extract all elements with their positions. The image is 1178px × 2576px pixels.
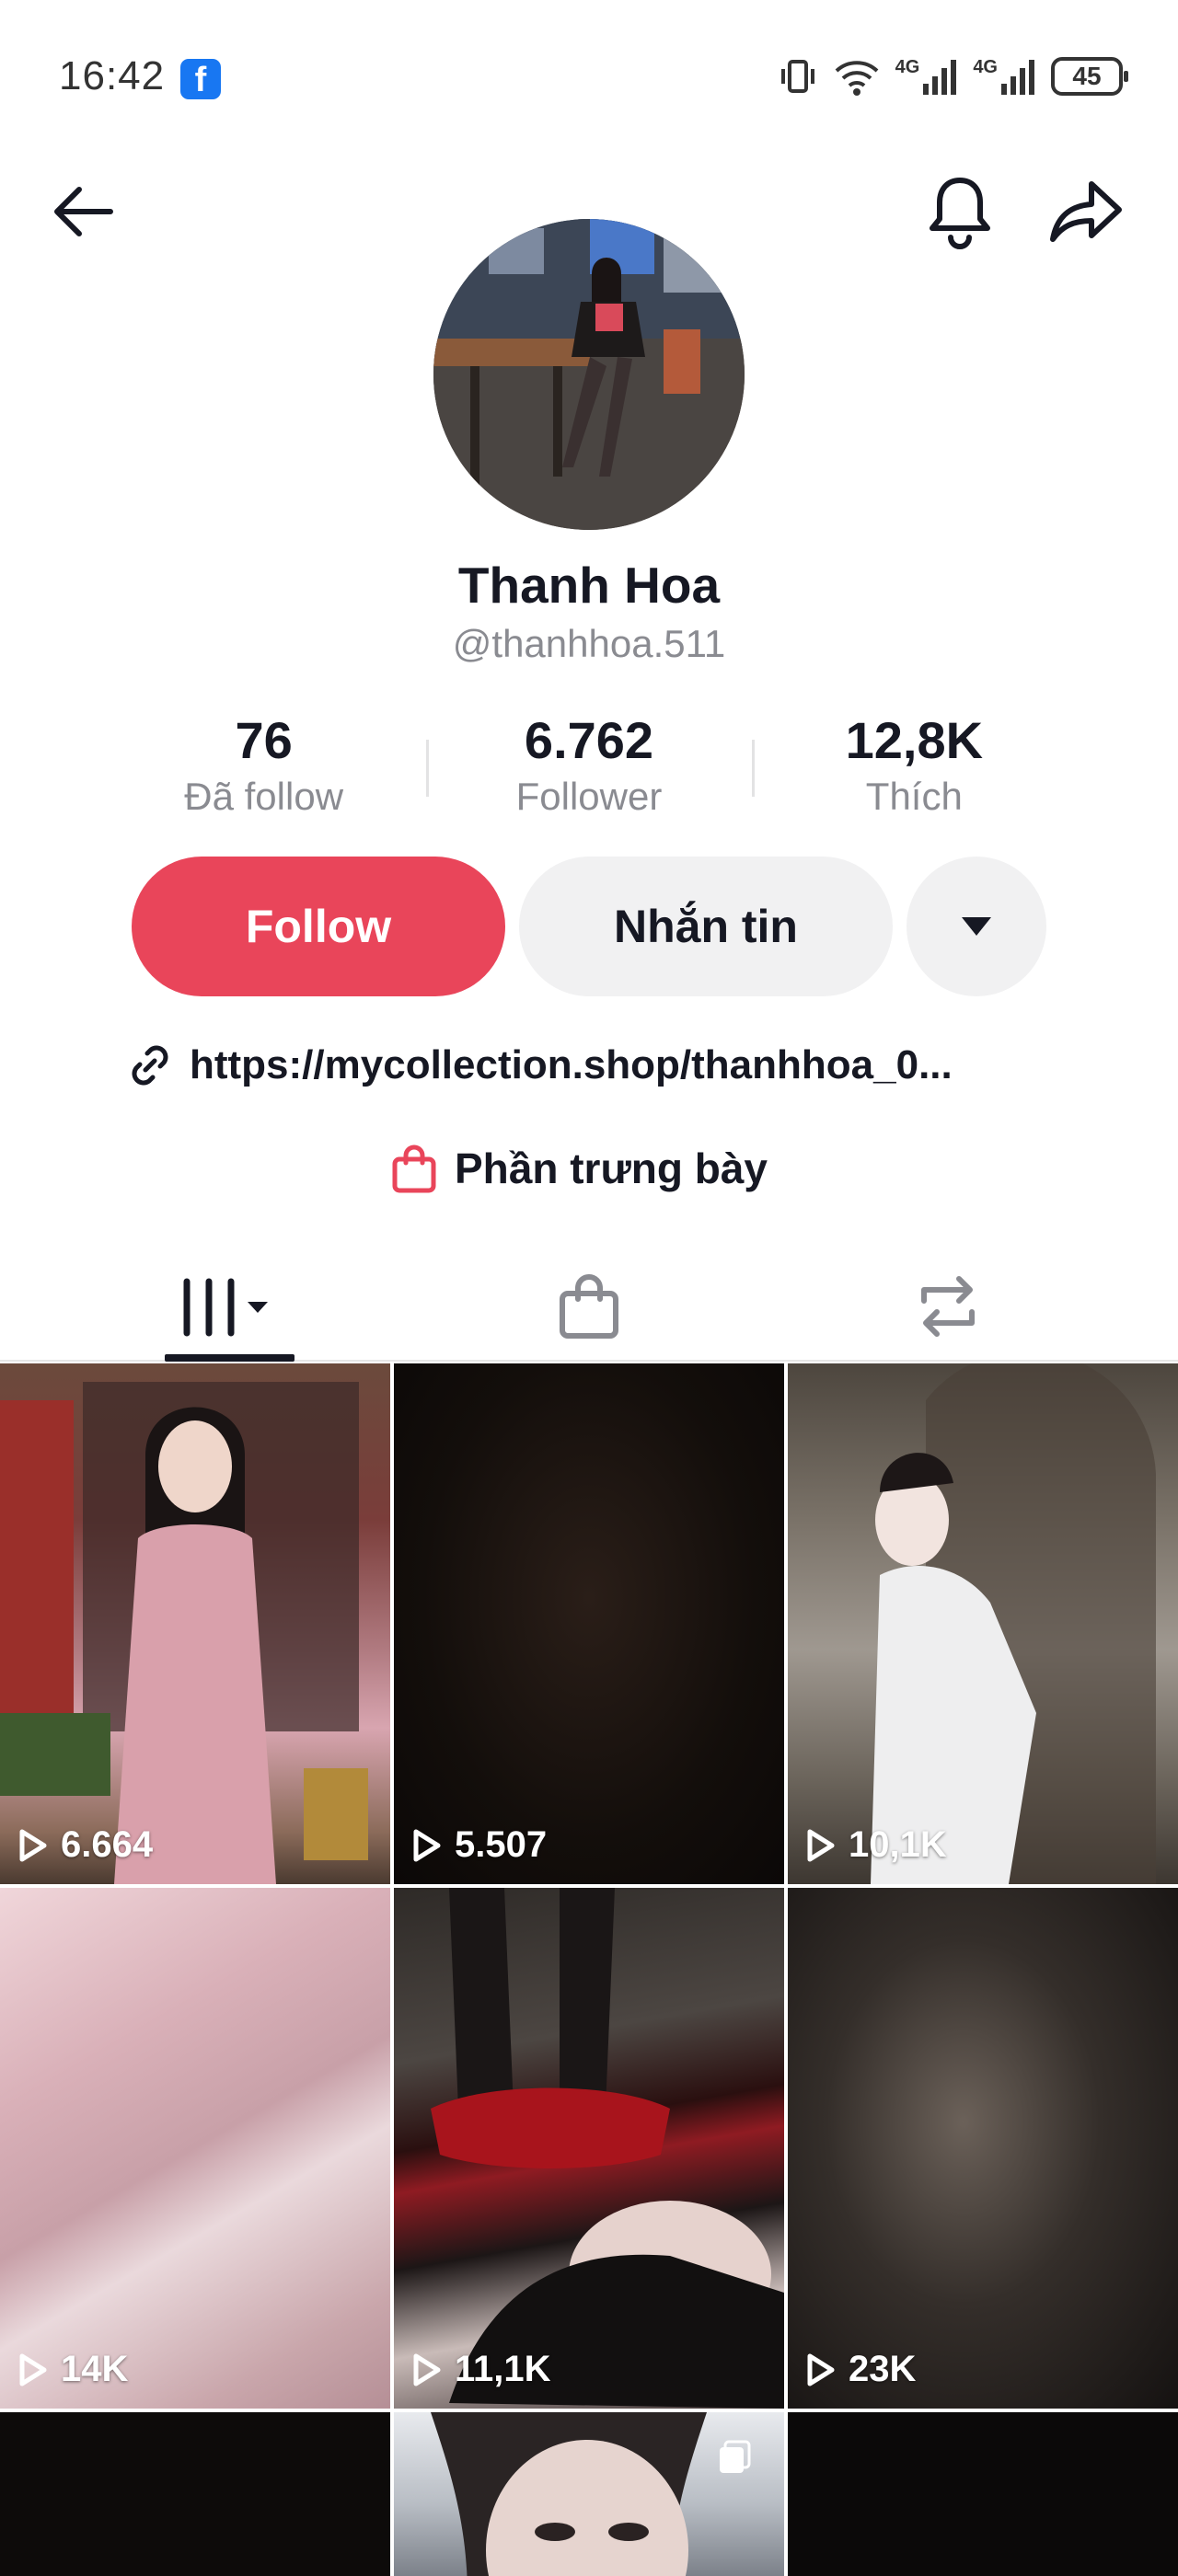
video-thumbnail[interactable]: 14K <box>0 1888 390 2409</box>
battery-indicator: 45 <box>1051 57 1128 96</box>
signal-icon <box>923 60 957 95</box>
play-icon <box>413 2353 441 2386</box>
following-label: Đã follow <box>184 775 344 818</box>
wifi-icon <box>835 61 878 96</box>
video-thumbnail[interactable]: 5.507 <box>394 1363 784 1884</box>
arrow-left-icon <box>54 187 113 236</box>
likes-stat[interactable]: 12,8K Thích <box>751 708 1077 828</box>
vibrate-icon <box>780 60 814 93</box>
video-thumbnail-image <box>871 1363 1156 1884</box>
following-count: 76 <box>235 711 293 769</box>
video-thumbnail[interactable]: 10,1K <box>788 1363 1178 1884</box>
share-button[interactable] <box>1040 166 1132 258</box>
view-count: 23K <box>806 2349 916 2390</box>
tab-videos[interactable] <box>166 1251 294 1362</box>
video-thumbnail[interactable] <box>394 2412 784 2576</box>
shopping-bag-icon <box>392 1144 436 1193</box>
video-thumbnail[interactable]: 11,1K <box>394 1888 784 2409</box>
video-thumbnail[interactable] <box>0 2412 390 2576</box>
tab-shop[interactable] <box>525 1251 653 1362</box>
follow-button[interactable]: Follow <box>132 857 505 996</box>
view-count: 6.664 <box>18 1824 153 1866</box>
video-thumbnail[interactable]: 6.664 <box>0 1363 390 1884</box>
video-thumbnail-image <box>0 1382 368 1884</box>
bio-link-text: https://mycollection.shop/thanhhoa_0... <box>190 1042 953 1087</box>
signal-icon-2 <box>1001 60 1034 95</box>
video-grid: 6.664 5.507 10,1K 14K 11,1K 23K <box>0 1363 1178 2576</box>
play-icon <box>19 2353 47 2386</box>
video-thumbnail-image <box>431 1888 784 2409</box>
network-type-2: 4G <box>973 56 998 77</box>
status-time: 16:42 <box>59 53 166 98</box>
followers-label: Follower <box>515 775 663 818</box>
profile-name: Thanh Hoa <box>457 557 721 614</box>
bio-link[interactable]: https://mycollection.shop/thanhhoa_0... <box>125 1030 1055 1100</box>
pin-icon <box>720 2440 751 2473</box>
status-icons: 4G 4G 45 <box>778 53 1128 99</box>
profile-stats: 76 Đã follow 6.762 Follower 12,8K Thích <box>101 708 1077 828</box>
view-count-text: 11,1K <box>455 2349 551 2389</box>
play-icon <box>19 1829 47 1861</box>
video-thumbnail[interactable]: 23K <box>788 1888 1178 2409</box>
likes-count: 12,8K <box>845 711 984 769</box>
notification-bell-button[interactable] <box>914 166 1006 258</box>
caret-down-icon <box>962 917 991 936</box>
avatar[interactable] <box>433 219 745 530</box>
active-tab-indicator <box>165 1354 294 1362</box>
view-count-text: 23K <box>849 2349 917 2389</box>
repost-icon <box>921 1276 975 1337</box>
likes-label: Thích <box>865 775 963 818</box>
view-count: 10,1K <box>806 1824 947 1866</box>
followers-count: 6.762 <box>524 711 654 769</box>
grid-videos-icon <box>183 1278 268 1337</box>
showcase-link[interactable]: Phần trưng bày <box>390 1133 768 1203</box>
share-arrow-icon <box>1050 181 1122 242</box>
view-count-text: 10,1K <box>849 1824 947 1865</box>
play-icon <box>807 1829 835 1861</box>
video-thumbnail-image <box>431 2412 707 2576</box>
network-type-1: 4G <box>895 56 920 77</box>
view-count: 14K <box>18 2349 128 2390</box>
back-button[interactable] <box>37 166 129 258</box>
following-stat[interactable]: 76 Đã follow <box>101 708 426 828</box>
view-count-text: 14K <box>61 2349 129 2389</box>
showcase-text: Phần trưng bày <box>455 1144 768 1192</box>
followers-stat[interactable]: 6.762 Follower <box>426 708 751 828</box>
profile-handle: @thanhhoa.511 <box>452 622 726 665</box>
more-options-button[interactable] <box>907 857 1046 996</box>
shopping-bag-icon <box>560 1274 618 1339</box>
view-count-text: 5.507 <box>455 1824 548 1865</box>
view-count: 5.507 <box>412 1824 547 1866</box>
profile-tabs <box>0 1251 1178 1362</box>
tab-repost[interactable] <box>884 1251 1012 1362</box>
bell-icon <box>930 178 990 249</box>
video-thumbnail[interactable] <box>788 2412 1178 2576</box>
message-button[interactable]: Nhắn tin <box>519 857 893 996</box>
play-icon <box>413 1829 441 1861</box>
link-icon <box>132 1045 168 1086</box>
view-count-text: 6.664 <box>61 1824 154 1865</box>
facebook-notification-icon: f <box>180 59 221 99</box>
status-bar: 16:42 f 4G 4G 45 <box>0 0 1178 156</box>
avatar-image <box>433 219 745 530</box>
view-count: 11,1K <box>412 2349 551 2390</box>
play-icon <box>807 2353 835 2386</box>
